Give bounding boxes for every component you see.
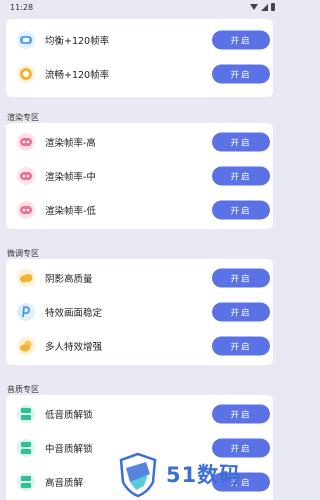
enable-button[interactable]: 开启 xyxy=(212,268,270,288)
card-frame-rate: 均衡+120帧率 开启 流畅+120帧率 开启 xyxy=(6,19,273,97)
setting-row: 特效画面稳定 开启 xyxy=(6,295,273,329)
battery-icon xyxy=(271,3,275,11)
smooth-icon xyxy=(17,65,35,83)
feather-icon xyxy=(17,303,35,321)
row-label: 中音质解锁 xyxy=(45,444,93,455)
status-bar: 11:28 xyxy=(0,0,281,14)
setting-row: 渲染帧率-中 开启 xyxy=(6,159,273,193)
card-render: 渲染帧率-高 开启 渲染帧率-中 开启 渲染帧率-低 开启 xyxy=(6,123,273,229)
row-label: 渲染帧率-中 xyxy=(45,172,96,183)
setting-row: 均衡+120帧率 开启 xyxy=(6,23,273,57)
enable-button[interactable]: 开启 xyxy=(212,404,270,424)
render-icon xyxy=(17,201,35,219)
setting-row: 渲染帧率-高 开启 xyxy=(6,125,273,159)
watermark-text: 51数码 xyxy=(166,463,242,487)
render-icon xyxy=(17,167,35,185)
row-label: 渲染帧率-高 xyxy=(45,138,96,149)
setting-row: 多人特效增强 开启 xyxy=(6,329,273,363)
setting-row: 低音质解锁 开启 xyxy=(6,397,273,431)
audio-icon xyxy=(17,439,35,457)
cloud-sun-icon xyxy=(17,337,35,355)
row-label: 阴影高质量 xyxy=(45,274,93,285)
card-tuning: 阴影高质量 开启 特效画面稳定 开启 多人特效增强 开启 xyxy=(6,259,273,365)
row-label: 低音质解锁 xyxy=(45,410,93,421)
render-icon xyxy=(17,133,35,151)
enable-button[interactable]: 开启 xyxy=(212,64,270,84)
section-title: 音质专区 xyxy=(7,385,39,394)
status-time: 11:28 xyxy=(10,2,34,12)
section-title: 微调专区 xyxy=(7,249,39,258)
audio-icon xyxy=(17,473,35,491)
status-icons xyxy=(250,3,275,11)
signal-icon xyxy=(261,3,268,11)
setting-row: 流畅+120帧率 开启 xyxy=(6,57,273,91)
row-label: 高音质解 xyxy=(45,478,84,489)
row-label: 特效画面稳定 xyxy=(45,308,103,319)
wifi-icon xyxy=(250,4,258,10)
enable-button[interactable]: 开启 xyxy=(212,166,270,186)
enable-button[interactable]: 开启 xyxy=(212,336,270,356)
enable-button[interactable]: 开启 xyxy=(212,30,270,50)
enable-button[interactable]: 开启 xyxy=(212,302,270,322)
balance-icon xyxy=(17,31,35,49)
enable-button[interactable]: 开启 xyxy=(212,438,270,458)
cloud-icon xyxy=(17,269,35,287)
enable-button[interactable]: 开启 xyxy=(212,200,270,220)
audio-icon xyxy=(17,405,35,423)
row-label: 渲染帧率-低 xyxy=(45,206,96,217)
section-title: 渲染专区 xyxy=(7,113,39,122)
setting-row: 渲染帧率-低 开启 xyxy=(6,193,273,227)
row-label: 流畅+120帧率 xyxy=(45,70,110,81)
watermark-shield-icon xyxy=(119,452,157,498)
setting-row: 阴影高质量 开启 xyxy=(6,261,273,295)
enable-button[interactable]: 开启 xyxy=(212,132,270,152)
row-label: 多人特效增强 xyxy=(45,342,103,353)
row-label: 均衡+120帧率 xyxy=(45,36,110,47)
